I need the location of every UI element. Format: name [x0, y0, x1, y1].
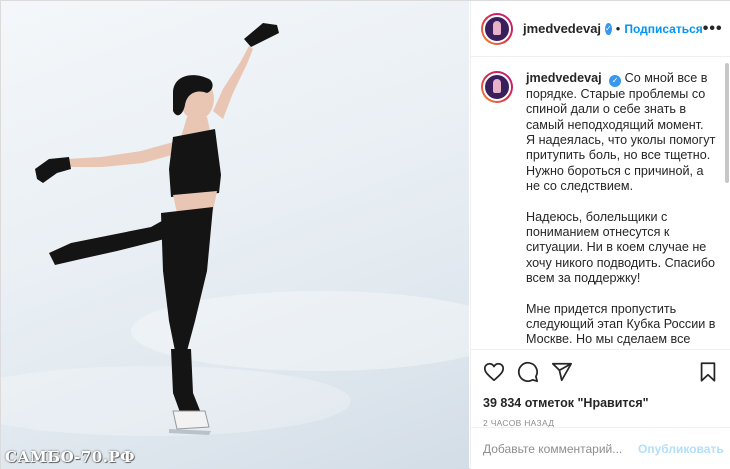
header-dot-separator: • — [615, 21, 621, 36]
follow-button[interactable]: Подписаться — [624, 22, 702, 36]
likes-count[interactable]: 39 834 отметок "Нравится" — [483, 396, 719, 410]
avatar-image — [483, 73, 511, 101]
heart-icon[interactable] — [483, 361, 505, 383]
verified-icon: ✓ — [609, 74, 622, 87]
post-header: jmedvedevaj ✓ • Подписаться ••• — [471, 1, 730, 57]
caption-scrollbar[interactable] — [725, 63, 729, 183]
comment-input[interactable] — [483, 442, 638, 456]
bookmark-icon[interactable] — [697, 361, 719, 383]
action-icons-row — [483, 360, 719, 384]
more-options-icon[interactable]: ••• — [703, 20, 723, 38]
author-avatar[interactable] — [481, 12, 513, 45]
caption-area[interactable]: jmedvedevaj ✓ Со мной все в порядке. Ста… — [471, 57, 730, 349]
caption-username[interactable]: jmedvedevaj — [526, 71, 602, 85]
post-actions: 39 834 отметок "Нравится" 2 ЧАСОВ НАЗАД — [471, 349, 730, 428]
caption-avatar[interactable] — [481, 71, 513, 103]
publish-button[interactable]: Опубликовать — [638, 442, 724, 456]
caption-row: jmedvedevaj ✓ Со мной все в порядке. Ста… — [481, 71, 717, 349]
caption-text: jmedvedevaj ✓ Со мной все в порядке. Ста… — [526, 71, 716, 349]
avatar-image — [483, 14, 511, 43]
share-icon[interactable] — [551, 361, 573, 383]
author-username[interactable]: jmedvedevaj — [523, 21, 601, 36]
caption-paragraph-3: Мне придется пропустить следующий этап К… — [526, 301, 716, 349]
post-photo: САМБО-70.РФ — [1, 1, 469, 469]
comment-form: Опубликовать — [471, 427, 730, 469]
watermark-text: САМБО-70.РФ — [5, 448, 135, 466]
figure-skater-image — [1, 23, 469, 436]
verified-icon: ✓ — [605, 22, 612, 35]
comment-icon[interactable] — [517, 361, 539, 383]
post-side-panel: jmedvedevaj ✓ • Подписаться ••• jmedvede… — [470, 1, 730, 469]
caption-paragraph-1: Со мной все в порядке. Старые проблемы с… — [526, 71, 716, 194]
caption-paragraph-2: Надеюсь, болельщики с пониманием отнесут… — [526, 209, 716, 286]
instagram-post-modal: САМБО-70.РФ jmedvedevaj ✓ • Подписаться … — [0, 0, 730, 469]
